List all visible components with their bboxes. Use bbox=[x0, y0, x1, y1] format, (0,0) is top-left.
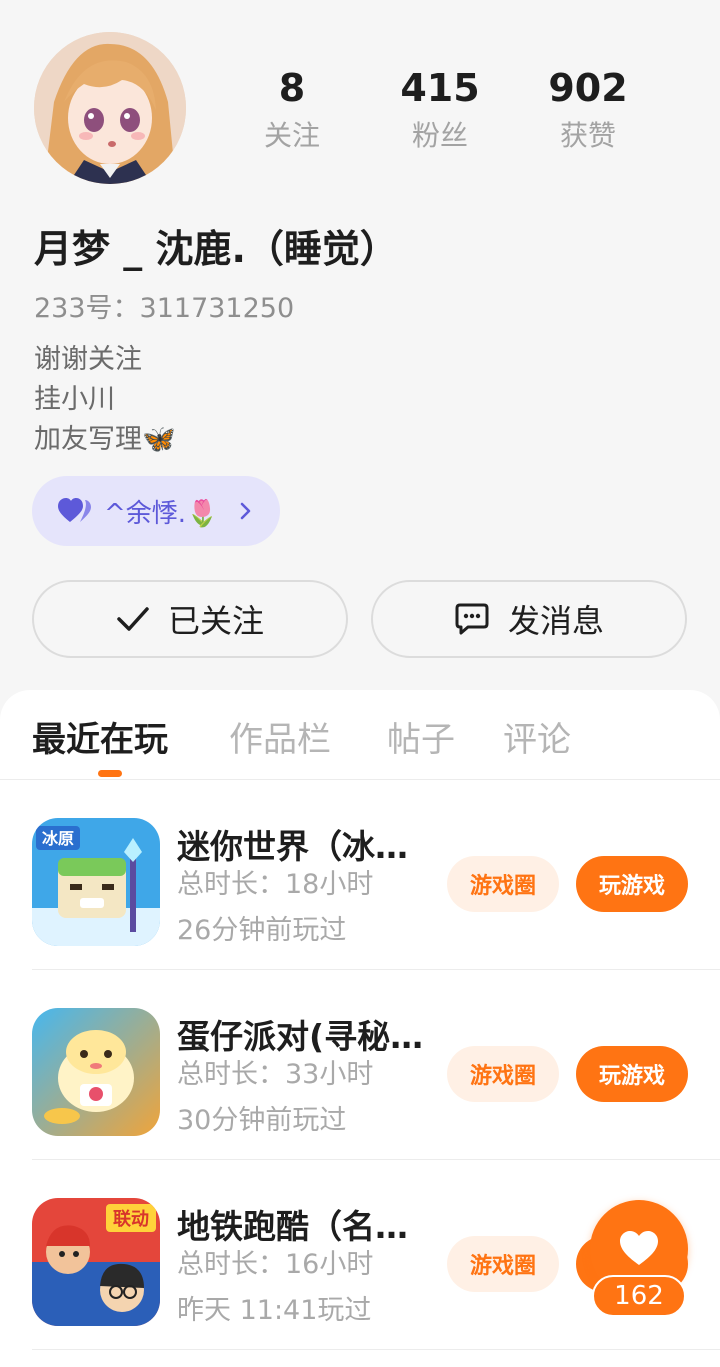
bio-line: 加友写理🦋 bbox=[34, 424, 176, 455]
play-game-button[interactable]: 玩游戏 bbox=[576, 1046, 688, 1102]
relation-tag-label: ^余悸.🌷 bbox=[104, 498, 219, 529]
bio-line: 谢谢关注 bbox=[34, 344, 142, 375]
heart-icon bbox=[620, 1231, 658, 1265]
fans-label: 粉丝 bbox=[411, 119, 468, 152]
tab-recent-play[interactable]: 最近在玩 bbox=[32, 712, 168, 761]
avatar[interactable] bbox=[34, 32, 186, 184]
tab-bar: 最近在玩 作品栏 帖子 评论 bbox=[0, 690, 720, 780]
username: 月梦 _ 沈鹿.（睡觉） bbox=[34, 227, 398, 271]
game-circle-button[interactable]: 游戏圈 bbox=[447, 1236, 559, 1292]
play-game-button[interactable]: 玩游戏 bbox=[576, 856, 688, 912]
game-art-image bbox=[32, 1008, 160, 1136]
svg-text:联动: 联动 bbox=[113, 1209, 149, 1230]
game-name: 蛋仔派对(寻秘… bbox=[177, 1017, 424, 1056]
like-count: 162 bbox=[592, 1275, 686, 1317]
game-circle-button[interactable]: 游戏圈 bbox=[447, 856, 559, 912]
list-item[interactable]: 蛋仔派对(寻秘… 总时长：33小时 30分钟前玩过 游戏圈 玩游戏 bbox=[0, 970, 720, 1160]
stat-likes[interactable]: 902 获赞 bbox=[528, 62, 648, 156]
following-label: 关注 bbox=[263, 119, 320, 152]
stat-following[interactable]: 8 关注 bbox=[232, 62, 352, 156]
profile-header: 8 关注 415 粉丝 902 获赞 月梦 _ 沈鹿.（睡觉） 233号：311… bbox=[0, 0, 720, 700]
user-id: 233号：311731250 bbox=[34, 293, 295, 324]
game-art-image: 冰原 bbox=[32, 818, 160, 946]
tab-comments[interactable]: 评论 bbox=[503, 712, 571, 761]
tab-works[interactable]: 作品栏 bbox=[229, 712, 331, 761]
chevron-right-icon bbox=[240, 502, 251, 520]
message-button-label: 发消息 bbox=[507, 602, 604, 640]
game-name: 地铁跑酷（名… bbox=[177, 1207, 408, 1246]
bio-line: 挂小川 bbox=[34, 384, 115, 415]
check-icon bbox=[117, 607, 149, 631]
game-last-played: 昨天 11:41玩过 bbox=[177, 1295, 372, 1326]
fans-count: 415 bbox=[400, 66, 480, 110]
following-count: 8 bbox=[278, 66, 306, 110]
followed-button-label: 已关注 bbox=[167, 602, 264, 640]
game-icon[interactable]: 联动 bbox=[32, 1198, 160, 1326]
game-icon[interactable] bbox=[32, 1008, 160, 1136]
double-heart-icon bbox=[58, 498, 91, 522]
bio: 谢谢关注 挂小川 加友写理🦋 bbox=[34, 340, 176, 460]
list-item[interactable]: 冰原 迷你世界（冰… 总时长：18小时 26分钟前玩过 游戏圈 玩游戏 bbox=[0, 780, 720, 970]
relation-tag[interactable]: ^余悸.🌷 bbox=[32, 476, 280, 546]
divider bbox=[32, 1349, 720, 1350]
stat-fans[interactable]: 415 粉丝 bbox=[380, 62, 500, 156]
game-last-played: 30分钟前玩过 bbox=[177, 1105, 347, 1136]
active-tab-indicator bbox=[98, 770, 122, 777]
likes-label: 获赞 bbox=[559, 119, 616, 152]
likes-count: 902 bbox=[548, 66, 628, 110]
game-circle-button[interactable]: 游戏圈 bbox=[447, 1046, 559, 1102]
game-duration: 总时长：16小时 bbox=[177, 1249, 374, 1280]
game-art-image: 联动 bbox=[32, 1198, 160, 1326]
tab-posts[interactable]: 帖子 bbox=[387, 712, 455, 761]
chat-bubble-icon bbox=[455, 603, 489, 635]
game-last-played: 26分钟前玩过 bbox=[177, 915, 347, 946]
game-duration: 总时长：18小时 bbox=[177, 869, 374, 900]
message-button[interactable]: 发消息 bbox=[371, 580, 687, 658]
game-icon[interactable]: 冰原 bbox=[32, 818, 160, 946]
game-name: 迷你世界（冰… bbox=[177, 827, 408, 866]
svg-text:冰原: 冰原 bbox=[42, 829, 74, 848]
avatar-image bbox=[34, 32, 186, 184]
followed-button[interactable]: 已关注 bbox=[32, 580, 348, 658]
game-duration: 总时长：33小时 bbox=[177, 1059, 374, 1090]
